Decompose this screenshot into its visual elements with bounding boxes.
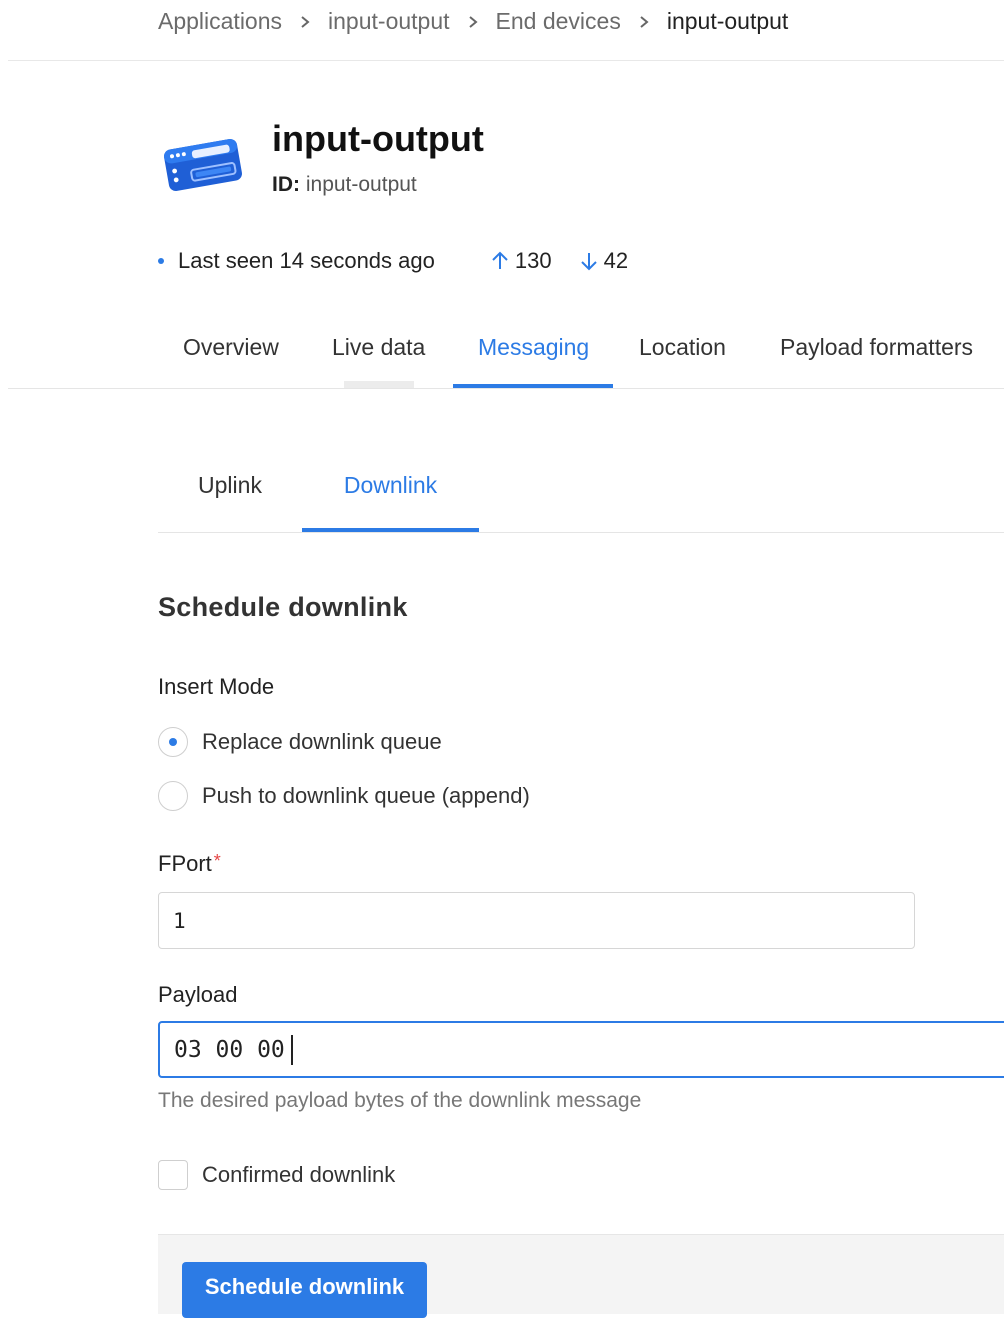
divider xyxy=(158,532,1004,533)
uplink-count: 130 xyxy=(514,248,552,273)
radio-label: Push to downlink queue (append) xyxy=(202,783,530,808)
device-id: ID: input-output xyxy=(272,173,417,197)
schedule-downlink-button[interactable]: Schedule downlink xyxy=(182,1262,427,1318)
arrow-up-icon xyxy=(492,251,508,269)
radio-replace-queue[interactable]: Replace downlink queue xyxy=(158,727,442,757)
breadcrumb-current: input-output xyxy=(666,8,789,34)
fport-input[interactable]: 1 xyxy=(158,892,915,949)
tab-uplink[interactable]: Uplink xyxy=(158,470,302,532)
breadcrumb-application[interactable]: input-output xyxy=(328,8,449,35)
tab-messaging[interactable]: Messaging xyxy=(453,332,613,388)
radio-button[interactable] xyxy=(158,781,188,811)
fport-label-text: FPort xyxy=(158,851,212,876)
insert-mode-label: Insert Mode xyxy=(158,674,275,699)
breadcrumb-applications[interactable]: Applications xyxy=(158,8,282,35)
payload-label: Payload xyxy=(158,982,238,1007)
arrow-down-icon xyxy=(580,253,597,271)
required-asterisk-icon: * xyxy=(213,851,221,871)
checkbox-label: Confirmed downlink xyxy=(202,1162,396,1187)
radio-label: Replace downlink queue xyxy=(202,729,442,754)
status-dot-icon xyxy=(158,258,164,264)
divider xyxy=(8,388,1004,389)
payload-hint: The desired payload bytes of the downlin… xyxy=(158,1089,642,1112)
chevron-right-icon xyxy=(450,15,496,29)
confirmed-downlink-checkbox[interactable] xyxy=(158,1160,188,1190)
uplink-counter: 130 xyxy=(489,248,552,274)
tab-hover-indicator xyxy=(344,381,414,388)
device-id-label: ID: xyxy=(272,173,300,196)
divider xyxy=(8,60,1004,61)
device-status: Last seen 14 seconds ago 130 42 xyxy=(158,248,628,274)
tab-overview[interactable]: Overview xyxy=(158,332,332,388)
downlink-count: 42 xyxy=(603,248,629,273)
payload-value: 03 00 00 xyxy=(174,1036,285,1063)
tab-payload-formatters[interactable]: Payload formatters xyxy=(755,332,1003,388)
payload-input[interactable]: 03 00 00 xyxy=(158,1021,1004,1078)
tab-location[interactable]: Location xyxy=(613,332,755,388)
breadcrumb: Applications input-output End devices in… xyxy=(158,8,788,35)
last-seen-text: Last seen 14 seconds ago xyxy=(178,248,435,273)
fport-value: 1 xyxy=(173,908,186,933)
page-title: input-output xyxy=(272,118,484,159)
chevron-right-icon xyxy=(621,15,667,29)
messaging-sub-tabs: Uplink Downlink xyxy=(158,470,479,532)
downlink-counter: 42 xyxy=(578,248,628,274)
device-id-value: input-output xyxy=(305,173,417,196)
breadcrumb-end-devices[interactable]: End devices xyxy=(496,8,621,35)
radio-push-queue[interactable]: Push to downlink queue (append) xyxy=(158,781,530,811)
chevron-right-icon xyxy=(282,15,328,29)
text-caret xyxy=(290,1034,293,1065)
section-title: Schedule downlink xyxy=(158,592,408,622)
radio-button-checked[interactable] xyxy=(158,727,188,757)
fport-label: FPort * xyxy=(158,851,221,877)
tab-downlink[interactable]: Downlink xyxy=(302,470,479,532)
device-tabs: Overview Live data Messaging Location Pa… xyxy=(158,332,1003,388)
tab-live-data[interactable]: Live data xyxy=(332,332,453,388)
confirmed-downlink-checkbox-row[interactable]: Confirmed downlink xyxy=(158,1160,395,1190)
lorawan-device-icon xyxy=(160,134,246,196)
